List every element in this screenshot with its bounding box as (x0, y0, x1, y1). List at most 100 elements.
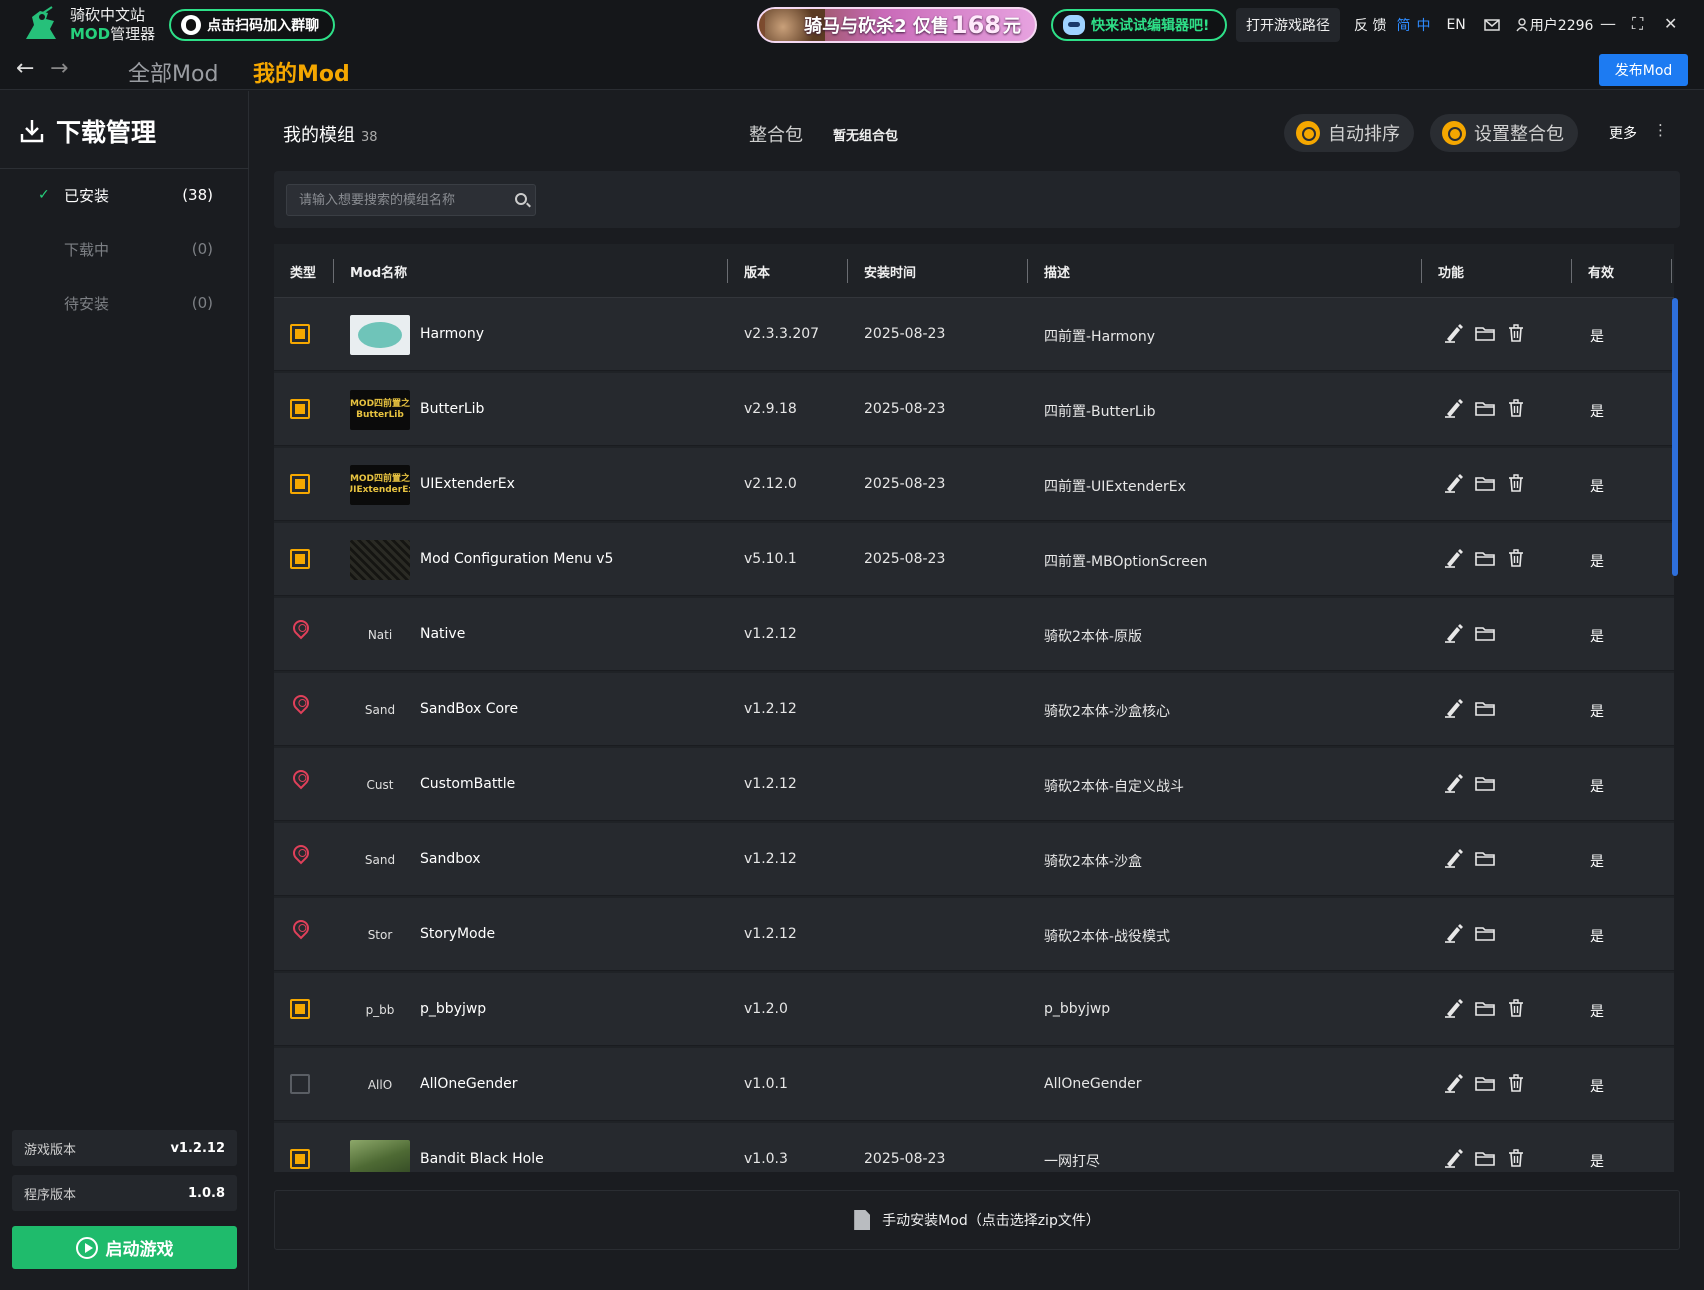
table-scrollbar[interactable] (1672, 298, 1678, 576)
publish-mod-button[interactable]: 发布Mod (1599, 54, 1688, 86)
auto-sort-button[interactable]: 自动排序 (1284, 114, 1414, 152)
more-button[interactable]: 更多 (1609, 123, 1637, 143)
folder-icon[interactable] (1474, 397, 1496, 419)
edit-icon[interactable] (1443, 697, 1465, 719)
edit-icon[interactable] (1443, 622, 1465, 644)
table-row[interactable]: p_bb p_bbyjwp v1.2.0 p_bbyjwp 是 (274, 973, 1674, 1046)
tab-my-mods[interactable]: 我的Mod (253, 56, 350, 88)
mail-icon[interactable] (1484, 19, 1500, 31)
mod-enable-checkbox[interactable] (290, 999, 310, 1019)
table-row[interactable]: Mod Configuration Menu v5 v5.10.1 2025-08-… (274, 523, 1674, 596)
mod-valid: 是 (1590, 329, 1604, 345)
edit-icon[interactable] (1443, 1072, 1465, 1094)
lang-chinese-toggle[interactable]: 中 (1416, 15, 1430, 35)
edit-icon[interactable] (1443, 847, 1465, 869)
back-arrow-icon[interactable]: ← (16, 56, 34, 81)
mod-enable-checkbox[interactable] (290, 399, 310, 419)
folder-icon[interactable] (1474, 472, 1496, 494)
folder-icon[interactable] (1474, 847, 1496, 869)
mod-enable-checkbox[interactable] (290, 474, 310, 494)
folder-icon[interactable] (1474, 772, 1496, 794)
maximize-button[interactable]: ⛶ (1632, 14, 1643, 34)
col-divider[interactable] (1671, 259, 1672, 283)
sidebar-item-installed[interactable]: ✓ 已安装 (38) (0, 180, 249, 210)
edit-icon[interactable] (1443, 547, 1465, 569)
trash-icon[interactable] (1505, 1072, 1527, 1094)
mod-version: v1.2.12 (744, 926, 797, 942)
table-row[interactable]: Sand SandBox Core v1.2.12 骑砍2本体-沙盒核心 是 (274, 673, 1674, 746)
folder-icon[interactable] (1474, 922, 1496, 944)
sidebar-item-downloading[interactable]: 下载中 (0) (0, 234, 249, 264)
promo-banner[interactable]: 骑马与砍杀2 仅售 168 元 (757, 7, 1037, 43)
table-row[interactable]: MOD四前置之 UIExtenderEx UIExtenderEx v2.12.0 2… (274, 448, 1674, 521)
table-row[interactable]: Sand Sandbox v1.2.12 骑砍2本体-沙盒 是 (274, 823, 1674, 896)
edit-icon[interactable] (1443, 472, 1465, 494)
table-row[interactable]: Bandit Black Hole v1.0.3 2025-08-23 一网打尽 是 (274, 1123, 1674, 1172)
table-row[interactable]: Harmony v2.3.3.207 2025-08-23 四前置-Harmony 是 (274, 298, 1674, 371)
trash-icon[interactable] (1505, 322, 1527, 344)
close-button[interactable]: ✕ (1664, 14, 1677, 33)
forward-arrow-icon[interactable]: → (50, 56, 68, 81)
edit-icon[interactable] (1443, 922, 1465, 944)
lang-simplified-toggle[interactable]: 简 (1396, 15, 1410, 35)
lang-en-toggle[interactable]: EN (1446, 17, 1465, 33)
folder-icon[interactable] (1474, 547, 1496, 569)
table-row[interactable]: Cust CustomBattle v1.2.12 骑砍2本体-自定义战斗 是 (274, 748, 1674, 821)
edit-icon[interactable] (1443, 322, 1465, 344)
folder-icon[interactable] (1474, 622, 1496, 644)
col-divider[interactable] (333, 259, 334, 283)
col-valid[interactable]: 有效 (1588, 262, 1614, 281)
trash-icon[interactable] (1505, 547, 1527, 569)
app-logo: 骑砍中文站 MOD管理器 (20, 5, 155, 45)
mod-valid: 是 (1590, 554, 1604, 570)
col-divider[interactable] (727, 259, 728, 283)
table-row[interactable]: Nati Native v1.2.12 骑砍2本体-原版 是 (274, 598, 1674, 671)
col-divider[interactable] (1571, 259, 1572, 283)
trash-icon[interactable] (1505, 997, 1527, 1019)
edit-icon[interactable] (1443, 1147, 1465, 1169)
folder-icon[interactable] (1474, 1147, 1496, 1169)
trash-icon[interactable] (1505, 1147, 1527, 1169)
col-divider[interactable] (1027, 259, 1028, 283)
join-group-button[interactable]: 点击扫码加入群聊 (169, 9, 336, 41)
col-description[interactable]: 描述 (1044, 262, 1070, 281)
col-version[interactable]: 版本 (744, 262, 770, 281)
table-row[interactable]: AllO AllOneGender v1.0.1 AllOneGender 是 (274, 1048, 1674, 1121)
search-icon[interactable] (515, 193, 527, 205)
folder-icon[interactable] (1474, 697, 1496, 719)
folder-icon[interactable] (1474, 322, 1496, 344)
more-dots-icon[interactable]: ⋮ (1653, 121, 1668, 139)
minimize-button[interactable]: — (1600, 14, 1616, 33)
edit-icon[interactable] (1443, 772, 1465, 794)
mod-enable-checkbox[interactable] (290, 549, 310, 569)
set-modpack-button[interactable]: 设置整合包 (1430, 114, 1578, 152)
user-name[interactable]: 用户2296 (1530, 15, 1594, 35)
table-row[interactable]: Stor StoryMode v1.2.12 骑砍2本体-战役模式 是 (274, 898, 1674, 971)
col-install-time[interactable]: 安装时间 (864, 262, 916, 281)
folder-icon[interactable] (1474, 1072, 1496, 1094)
modpack-select[interactable]: 暂无组合包 (833, 125, 898, 144)
mod-install-date: 2025-08-23 (864, 476, 946, 492)
trash-icon[interactable] (1505, 472, 1527, 494)
edit-icon[interactable] (1443, 397, 1465, 419)
manual-install-button[interactable]: 手动安装Mod（点击选择zip文件） (274, 1190, 1680, 1250)
mod-enable-checkbox[interactable] (290, 1149, 310, 1169)
sidebar-item-pending[interactable]: 待安装 (0) (0, 288, 249, 318)
trash-icon[interactable] (1505, 397, 1527, 419)
col-function[interactable]: 功能 (1438, 262, 1464, 281)
folder-icon[interactable] (1474, 997, 1496, 1019)
open-game-path-button[interactable]: 打开游戏路径 (1236, 8, 1340, 42)
mod-enable-checkbox[interactable] (290, 324, 310, 344)
launch-game-button[interactable]: 启动游戏 (12, 1226, 237, 1269)
col-name[interactable]: Mod名称 (350, 262, 407, 281)
editor-banner-button[interactable]: 快来试试编辑器吧! (1051, 9, 1227, 41)
col-type[interactable]: 类型 (290, 262, 316, 281)
mod-enable-checkbox[interactable] (290, 1074, 310, 1094)
col-divider[interactable] (847, 259, 848, 283)
col-divider[interactable] (1421, 259, 1422, 283)
feedback-link[interactable]: 反 馈 (1354, 15, 1386, 35)
tab-all-mods[interactable]: 全部Mod (128, 56, 218, 88)
table-row[interactable]: MOD四前置之 ButterLib ButterLib v2.9.18 2025-08… (274, 373, 1674, 446)
search-input[interactable] (287, 185, 497, 215)
edit-icon[interactable] (1443, 997, 1465, 1019)
